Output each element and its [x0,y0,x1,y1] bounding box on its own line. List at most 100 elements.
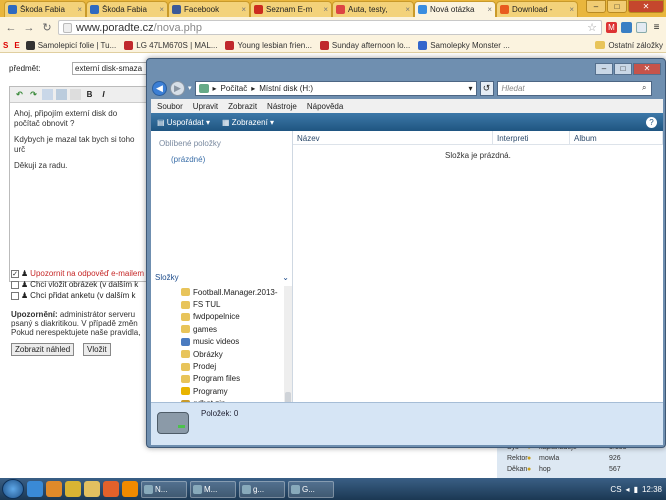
tab-close-icon[interactable]: × [405,5,410,14]
chrome-icon[interactable] [65,481,81,497]
tree-item[interactable]: Obrázky [181,348,285,360]
extension-icon[interactable] [621,22,632,33]
browser-tab[interactable]: Škoda Fabia × [4,1,86,17]
tree-scroll-thumb[interactable] [285,392,291,402]
table-icon[interactable] [42,89,53,100]
text-editor[interactable]: ↶ ↷ B I Ahoj, připojím externí disk do p… [9,86,149,282]
explorer-taskbar-icon[interactable] [84,481,100,497]
gadget-user[interactable]: hop [539,466,609,473]
explorer-maximize-button[interactable]: □ [614,63,632,75]
column-album[interactable]: Album [570,131,663,145]
start-button[interactable] [2,479,24,499]
tab-close-icon[interactable]: × [159,5,164,14]
menu-item[interactable]: Nástroje [267,102,297,111]
forward-icon[interactable]: → [22,21,36,35]
bold-icon[interactable]: B [84,89,95,100]
column-name[interactable]: Název [293,131,493,145]
volume-icon[interactable]: ◂ [626,485,630,494]
gadget-user[interactable]: mowla [539,455,609,462]
subject-input[interactable]: externí disk-smaza [72,62,152,75]
explorer-close-button[interactable]: ✕ [633,63,661,75]
column-artists[interactable]: Interpreti [493,131,570,145]
explorer-back-button[interactable]: ◀ [152,80,167,96]
firefox-icon[interactable] [103,481,119,497]
checkbox[interactable] [11,291,19,300]
maximize-button[interactable]: □ [607,0,627,13]
redo-icon[interactable]: ↷ [28,89,39,100]
bookmark-s[interactable]: S [3,41,8,50]
browser-tab[interactable]: Škoda Fabia × [86,1,168,17]
tree-item[interactable]: FS TUL [181,298,285,310]
views-button[interactable]: ▦ Zobrazení ▾ [222,118,274,127]
address-bar[interactable]: www.poradte.cz/nova.php ☆ [58,20,602,35]
menu-item[interactable]: Zobrazit [228,102,257,111]
explorer-address-box[interactable]: ▸ Počítač ▸ Místní disk (H:) ▾ [194,80,477,96]
history-dropdown-icon[interactable]: ▾ [188,84,192,92]
image-icon[interactable] [56,89,67,100]
explorer-minimize-button[interactable]: – [595,63,613,75]
bookmark-item[interactable]: Samolepky Monster ... [418,40,510,50]
bookmark-item[interactable]: Young lesbian frien... [225,40,312,50]
breadcrumb-disk[interactable]: Místní disk (H:) [259,84,313,93]
tab-close-icon[interactable]: × [77,5,82,14]
menu-item[interactable]: Soubor [157,102,183,111]
taskbar-window[interactable]: g... [239,480,285,498]
bookmark-e[interactable]: E [14,41,19,50]
option-checkbox-row[interactable]: ♟ Chci přidat anketu (v dalším k [11,291,136,300]
vlc-icon[interactable] [122,481,138,497]
browser-tab[interactable]: Seznam E-m × [250,1,332,17]
tab-close-icon[interactable]: × [241,5,246,14]
address-dropdown-icon[interactable]: ▾ [469,84,473,93]
search-input[interactable]: Hledat ⌕ [496,80,652,96]
option-checkbox-row[interactable]: ✓ ♟ Upozornit na odpověď e-mailem [11,269,144,278]
tree-item[interactable]: games [181,323,285,335]
clock[interactable]: 12:38 [642,485,662,494]
file-list[interactable]: Název Interpreti Album Složka je prázdná… [293,131,663,402]
browser-tab[interactable]: Download - × [496,1,578,17]
close-button[interactable]: ✕ [628,0,664,13]
star-icon[interactable]: ☆ [587,21,597,34]
browser-tab[interactable]: Auta, testy, × [332,1,414,17]
taskbar-window[interactable]: N... [141,480,187,498]
preview-button[interactable]: Zobrazit náhled [11,343,75,356]
taskbar-window[interactable]: G... [288,480,334,498]
wrench-icon[interactable]: ≡ [651,22,662,33]
tab-close-icon[interactable]: × [323,5,328,14]
reload-icon[interactable]: ↻ [40,21,54,35]
option-checkbox-row[interactable]: ♟ Chci vložit obrázek (v dalším k [11,280,138,289]
tree-item[interactable]: music videos [181,336,285,348]
minimize-button[interactable]: – [586,0,606,13]
bookmark-item[interactable]: LG 47LM670S | MAL... [124,40,217,50]
lang-indicator[interactable]: CS [610,485,621,494]
refresh-button[interactable]: ↺ [479,80,494,96]
checkbox[interactable]: ✓ [11,269,19,278]
browser-tab[interactable]: Nová otázka × [414,1,496,17]
mail-icon[interactable] [636,22,647,33]
ie-icon[interactable] [27,481,43,497]
tab-close-icon[interactable]: × [569,5,574,14]
submit-button[interactable]: Vložit [83,343,111,356]
tab-close-icon[interactable]: × [487,5,492,14]
undo-icon[interactable]: ↶ [14,89,25,100]
taskbar-window[interactable]: M... [190,480,236,498]
checkbox[interactable] [11,280,19,289]
menu-item[interactable]: Nápověda [307,102,343,111]
tree-item[interactable]: Football.Manager.2013- [181,286,285,298]
help-icon[interactable]: ? [646,116,657,128]
network-icon[interactable]: ▮ [634,485,638,494]
browser-tab[interactable]: Facebook × [168,1,250,17]
organize-button[interactable]: ▤ Uspořádat ▾ [157,118,210,127]
gmail-icon[interactable]: M [606,22,617,33]
tree-item[interactable]: Programy [181,385,285,397]
tree-item[interactable]: fwdpopelnice [181,311,285,323]
media-player-icon[interactable] [46,481,62,497]
tree-item[interactable]: Program files [181,373,285,385]
bookmark-item[interactable]: Samolepicí folie | Tu... [25,40,116,50]
explorer-forward-button[interactable]: ▶ [170,80,185,96]
italic-icon[interactable]: I [98,89,109,100]
menu-item[interactable]: Upravit [193,102,218,111]
link-icon[interactable] [70,89,81,100]
editor-body[interactable]: Ahoj, připojím externí disk do počítač o… [10,103,148,183]
back-icon[interactable]: ← [4,21,18,35]
bookmark-item[interactable]: Sunday afternoon lo... [319,40,410,50]
